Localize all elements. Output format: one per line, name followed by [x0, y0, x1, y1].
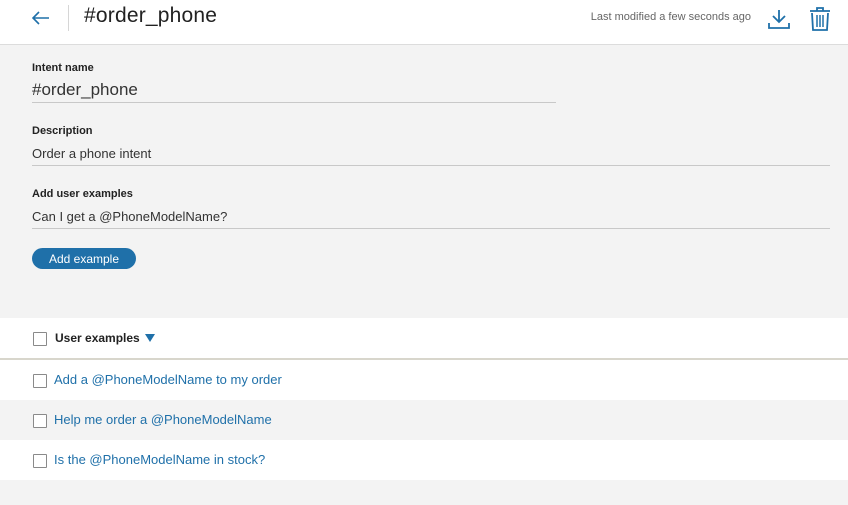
examples-header: User examples [0, 318, 848, 360]
intent-name-input[interactable] [32, 78, 556, 103]
example-checkbox[interactable] [33, 374, 47, 388]
select-all-checkbox[interactable] [33, 332, 47, 346]
delete-button[interactable] [808, 6, 832, 32]
example-text[interactable]: Is the @PhoneModelName in stock? [54, 452, 265, 467]
add-example-button[interactable]: Add example [32, 248, 136, 269]
last-modified-text: Last modified a few seconds ago [590, 11, 751, 23]
example-row: Help me order a @PhoneModelName [0, 400, 848, 440]
header-divider [68, 5, 69, 31]
add-example-input[interactable] [32, 205, 830, 229]
download-icon [768, 10, 790, 29]
intent-form: Intent name Description Add user example… [0, 45, 848, 317]
add-examples-label: Add user examples [32, 188, 133, 200]
description-input[interactable] [32, 142, 830, 166]
arrow-left-icon [32, 11, 49, 25]
description-label: Description [32, 125, 93, 137]
intent-name-label: Intent name [32, 62, 94, 74]
example-checkbox[interactable] [33, 454, 47, 468]
example-text[interactable]: Help me order a @PhoneModelName [54, 412, 272, 427]
back-button[interactable] [30, 7, 52, 29]
page-header: #order_phone Last modified a few seconds… [0, 0, 848, 45]
example-row: Add a @PhoneModelName to my order [0, 360, 848, 400]
download-button[interactable] [766, 6, 792, 32]
example-checkbox[interactable] [33, 414, 47, 428]
example-text[interactable]: Add a @PhoneModelName to my order [54, 372, 282, 387]
trash-icon [810, 7, 830, 31]
page-title: #order_phone [84, 4, 218, 27]
example-row: Is the @PhoneModelName in stock? [0, 440, 848, 480]
examples-header-label: User examples [55, 331, 140, 345]
sort-down-icon[interactable] [145, 334, 155, 342]
